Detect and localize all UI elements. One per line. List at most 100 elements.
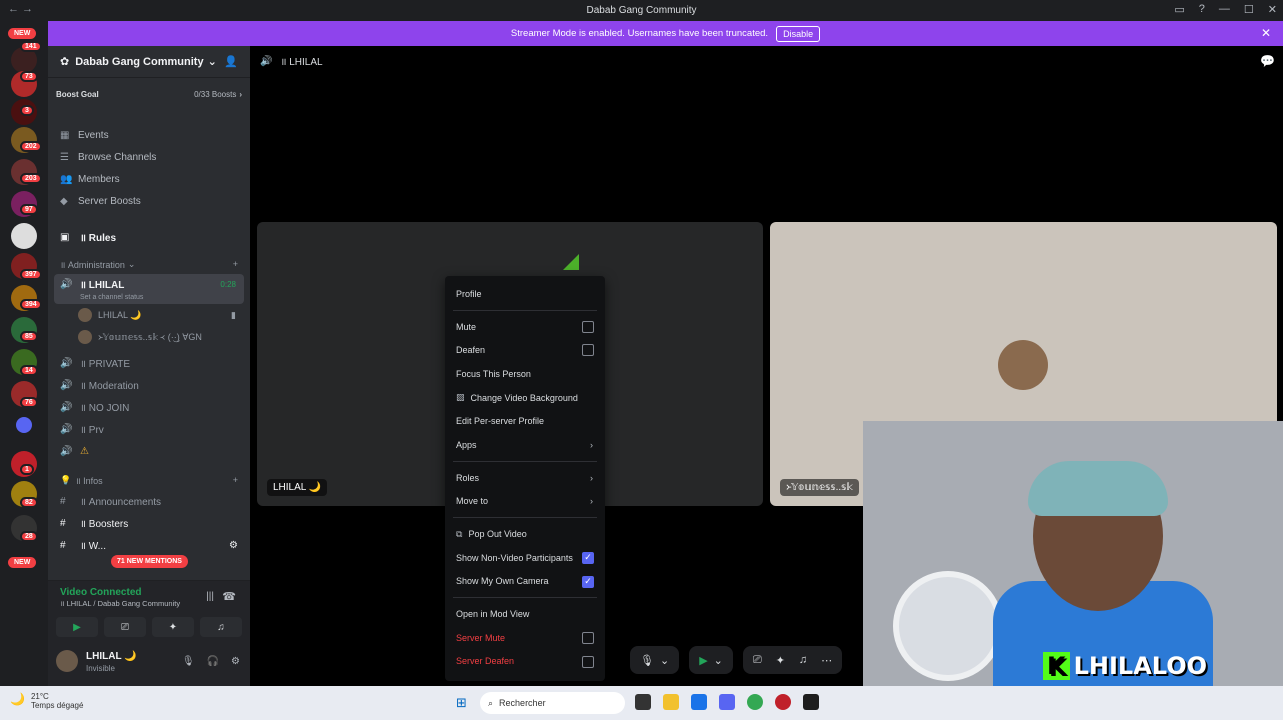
add-channel-icon[interactable]: +	[233, 259, 238, 269]
menu-mod-view[interactable]: Open in Mod View	[445, 602, 605, 626]
minimize-button[interactable]: —	[1219, 3, 1230, 16]
checkbox[interactable]	[582, 320, 594, 333]
noise-suppression-icon[interactable]: |||	[206, 591, 214, 602]
video-stage: 🔊 ॥ LHILAL 💬 LHILAL 🌙 ᚛𝕐𝕠𝕦𝕟𝕖𝕤𝕤..𝕤𝕜 🎙 ⌄ ▶ ⌄…	[250, 46, 1283, 686]
channel-no-join[interactable]: 🔊 ॥ NO JOIN	[48, 396, 250, 418]
disable-button[interactable]: Disable	[776, 25, 821, 42]
channel-label: ॥ Announcements	[80, 497, 162, 508]
boost-goal[interactable]: Boost Goal 0/33 Boosts ›	[56, 86, 242, 102]
new-pill-top[interactable]: NEW	[8, 28, 37, 39]
channel-status-hint[interactable]: Set a channel status	[60, 294, 244, 301]
category-administration[interactable]: ॥ Administration ⌄ +	[48, 254, 250, 274]
screen-share-button[interactable]: ⎚	[104, 617, 146, 637]
nav-events[interactable]: ▦ Events	[48, 124, 250, 146]
disconnect-icon[interactable]: ☎	[222, 590, 236, 603]
menu-deafen[interactable]: Deafen	[445, 338, 605, 362]
channel-prv[interactable]: 🔊 ॥ Prv	[48, 418, 250, 440]
screen-share-toggle[interactable]: ⎚ ✦ ♫ ⋯	[742, 646, 843, 674]
checkbox[interactable]	[582, 655, 594, 668]
channel-announcements[interactable]: # ॥ Announcements	[48, 490, 250, 512]
avatar[interactable]	[56, 650, 78, 672]
menu-label: Open in Mod View	[456, 609, 530, 620]
channel-w[interactable]: # ॥ W... ⚙	[48, 534, 250, 556]
server-icon[interactable]	[11, 223, 37, 249]
menu-move-to[interactable]: Move to ›	[445, 490, 605, 514]
menu-show-non-video[interactable]: Show Non-Video Participants ✓	[445, 546, 605, 570]
task-view-icon[interactable]	[635, 694, 651, 710]
menu-edit-profile[interactable]: Edit Per-server Profile	[445, 409, 605, 433]
store-icon[interactable]	[691, 694, 707, 710]
close-window-button[interactable]: ✕	[1268, 3, 1277, 16]
taskbar-apps	[635, 694, 819, 710]
file-explorer-icon[interactable]	[663, 694, 679, 710]
user-panel: LHILAL 🌙 Invisible 🎙 🎧 ⚙	[48, 640, 250, 686]
new-pill-bottom[interactable]: NEW	[8, 557, 37, 568]
soundboard-button[interactable]: ♫	[200, 617, 242, 637]
headphones-icon[interactable]: 🎧	[207, 656, 219, 667]
menu-apps[interactable]: Apps ›	[445, 433, 605, 457]
menu-server-mute[interactable]: Server Mute	[445, 626, 605, 650]
nav-label: Members	[78, 173, 120, 185]
menu-pop-out[interactable]: ⧉ Pop Out Video	[445, 522, 605, 546]
activities-button[interactable]: ✦	[152, 617, 194, 637]
checkbox-checked[interactable]: ✓	[582, 575, 594, 588]
channel-lhilal-active[interactable]: 🔊 ॥ LHILAL 0:28 Set a channel status	[54, 274, 244, 304]
menu-roles[interactable]: Roles ›	[445, 466, 605, 490]
category-infos[interactable]: 💡 ॥ Infos +	[48, 470, 250, 490]
checkbox[interactable]	[582, 631, 594, 644]
chrome-icon[interactable]	[747, 694, 763, 710]
call-time: 0:28	[220, 279, 236, 289]
menu-profile[interactable]: Profile	[445, 282, 605, 306]
menu-show-own-camera[interactable]: Show My Own Camera ✓	[445, 570, 605, 594]
invite-people-icon[interactable]: 👤	[224, 55, 238, 68]
temperature: 21°C	[30, 692, 49, 701]
maximize-button[interactable]: ☐	[1244, 3, 1254, 16]
weather-widget[interactable]: 🌙 21°C Temps dégagé	[10, 692, 83, 710]
banner-text: Streamer Mode is enabled. Usernames have…	[510, 28, 769, 39]
channel-rules[interactable]: ▣ ॥ Rules	[48, 226, 250, 248]
app-icon[interactable]	[803, 694, 819, 710]
taskbar-search[interactable]: ⌕ Rechercher	[480, 692, 625, 714]
mute-toggle[interactable]: 🎙 ⌄	[630, 646, 680, 674]
inbox-icon[interactable]: ▭	[1174, 3, 1184, 16]
checkbox[interactable]	[582, 344, 594, 357]
channel-private[interactable]: 🔊 ॥ PRIVATE	[48, 352, 250, 374]
voice-member[interactable]: LHILAL 🌙 ▮	[48, 304, 250, 326]
camera-toggle[interactable]: ▶ ⌄	[689, 646, 733, 674]
channel-boosters[interactable]: # ॥ Boosters	[48, 512, 250, 534]
menu-mute[interactable]: Mute	[445, 315, 605, 339]
title-bar: ← → Dabab Gang Community ▭ ? — ☐ ✕	[0, 0, 1283, 21]
pop-out-icon: ⧉	[456, 528, 463, 539]
settings-icon[interactable]: ⚙	[229, 540, 238, 551]
nav-browse-channels[interactable]: ☰ Browse Channels	[48, 146, 250, 168]
video-icon: ▮	[231, 309, 236, 320]
folder-icon[interactable]	[16, 417, 32, 433]
chat-icon[interactable]: 💬	[1260, 54, 1275, 68]
channel-moderation[interactable]: 🔊 ॥ Moderation	[48, 374, 250, 396]
microphone-icon[interactable]: 🎙	[182, 656, 195, 667]
add-channel-icon[interactable]: +	[233, 475, 238, 485]
help-icon[interactable]: ?	[1199, 3, 1205, 16]
gear-icon[interactable]: ⚙	[231, 656, 240, 667]
app-icon[interactable]	[775, 694, 791, 710]
connection-status[interactable]: Video Connected	[60, 587, 142, 598]
connection-channel[interactable]: ॥ LHILAL / Dabab Gang Community	[60, 599, 180, 609]
discord-icon[interactable]	[719, 694, 735, 710]
nav-members[interactable]: 👥 Members	[48, 168, 250, 190]
voice-member[interactable]: ᚛𝕐𝕠𝕦𝕟𝕖𝕤𝕤..𝕤𝕜 ᚜ (·͜·) ∀GN	[48, 326, 250, 348]
channel-label: ॥ Boosters	[80, 519, 129, 530]
menu-change-bg[interactable]: ▨ Change Video Background	[445, 386, 605, 410]
nav-server-boosts[interactable]: ◆ Server Boosts	[48, 190, 250, 212]
kick-logo: K	[1043, 652, 1070, 680]
close-banner-icon[interactable]: ✕	[1261, 26, 1271, 40]
checkbox-checked[interactable]: ✓	[582, 551, 594, 564]
windows-start-icon[interactable]: ⊞	[456, 695, 467, 711]
menu-focus[interactable]: Focus This Person	[445, 362, 605, 386]
nav-label: Events	[78, 129, 109, 141]
channel-unnamed[interactable]: 🔊 ⚠	[48, 440, 250, 462]
camera-button[interactable]: ▶	[56, 617, 98, 637]
server-header[interactable]: ✿ Dabab Gang Community ⌄ 👤	[48, 46, 250, 78]
rules-icon: ▣	[60, 231, 70, 243]
menu-server-deafen[interactable]: Server Deafen	[445, 650, 605, 674]
new-mentions-pill[interactable]: 71 NEW MENTIONS	[111, 555, 188, 568]
